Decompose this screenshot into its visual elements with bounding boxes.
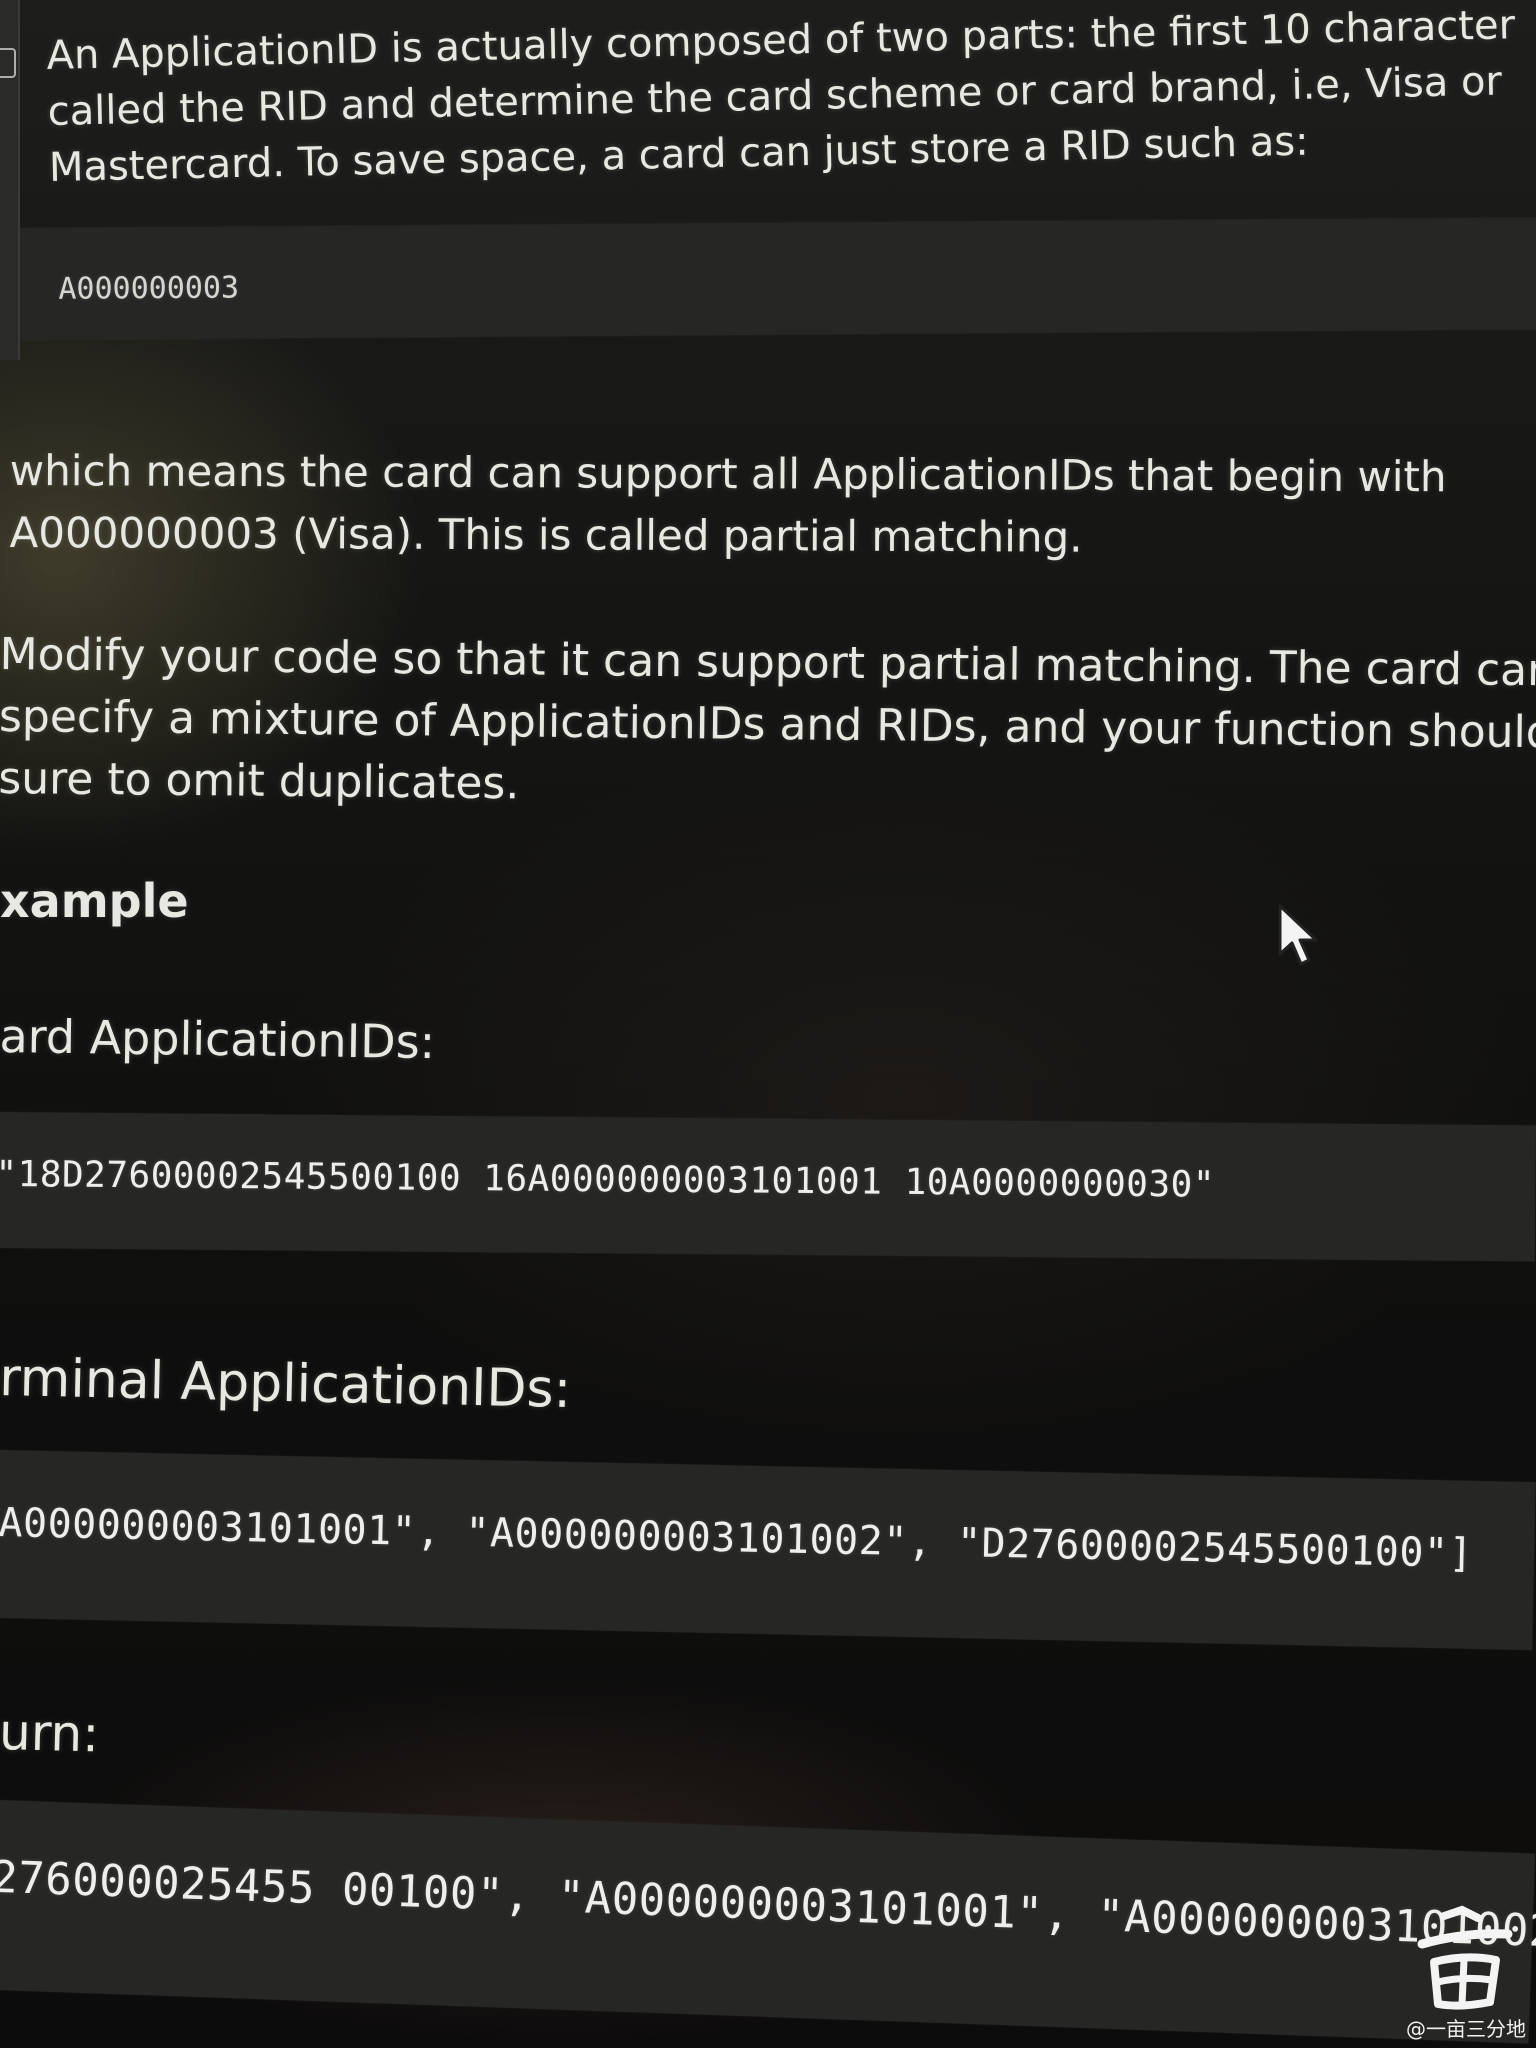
card-applicationids-label: ard ApplicationIDs: (0, 1008, 436, 1070)
return-label: urn: (0, 1702, 100, 1764)
screen-photo: An ApplicationID is actually composed of… (0, 0, 1536, 2048)
card-code-block: "18D27600002545500100 16A000000003101001… (0, 1112, 1536, 1262)
return-code-text: 276000025455 00100", "A000000003101001",… (0, 1851, 1536, 1960)
task-paragraph: Modify your code so that it can support … (0, 624, 1536, 826)
terminal-code-block: A000000003101001", "A000000003101002", "… (0, 1450, 1536, 1651)
partial-line-2: A000000003 (Visa). This is called partia… (9, 507, 1083, 562)
mouse-pointer-icon (1278, 904, 1318, 966)
left-sidebar-edge (0, 0, 20, 360)
card-code-text: "18D27600002545500100 16A000000003101001… (0, 1153, 1216, 1206)
watermark-text: @一亩三分地 (1406, 2017, 1526, 2041)
terminal-applicationids-label: rminal ApplicationIDs: (0, 1347, 572, 1420)
partial-line-1: which means the card can support all App… (9, 445, 1447, 502)
intro-paragraph: An ApplicationID is actually composed of… (46, 0, 1518, 196)
partial-paragraph: which means the card can support all App… (9, 440, 1446, 570)
rid-code-text: A000000003 (58, 270, 240, 307)
example-heading: xample (0, 874, 189, 928)
terminal-code-text: A000000003101001", "A000000003101002", "… (0, 1499, 1474, 1577)
return-code-block: 276000025455 00100", "A000000003101001",… (0, 1800, 1536, 2044)
collapse-icon[interactable] (0, 48, 16, 78)
watermark-seal-icon (1417, 1905, 1513, 2010)
rid-code-block: A000000003 (20, 217, 1536, 340)
